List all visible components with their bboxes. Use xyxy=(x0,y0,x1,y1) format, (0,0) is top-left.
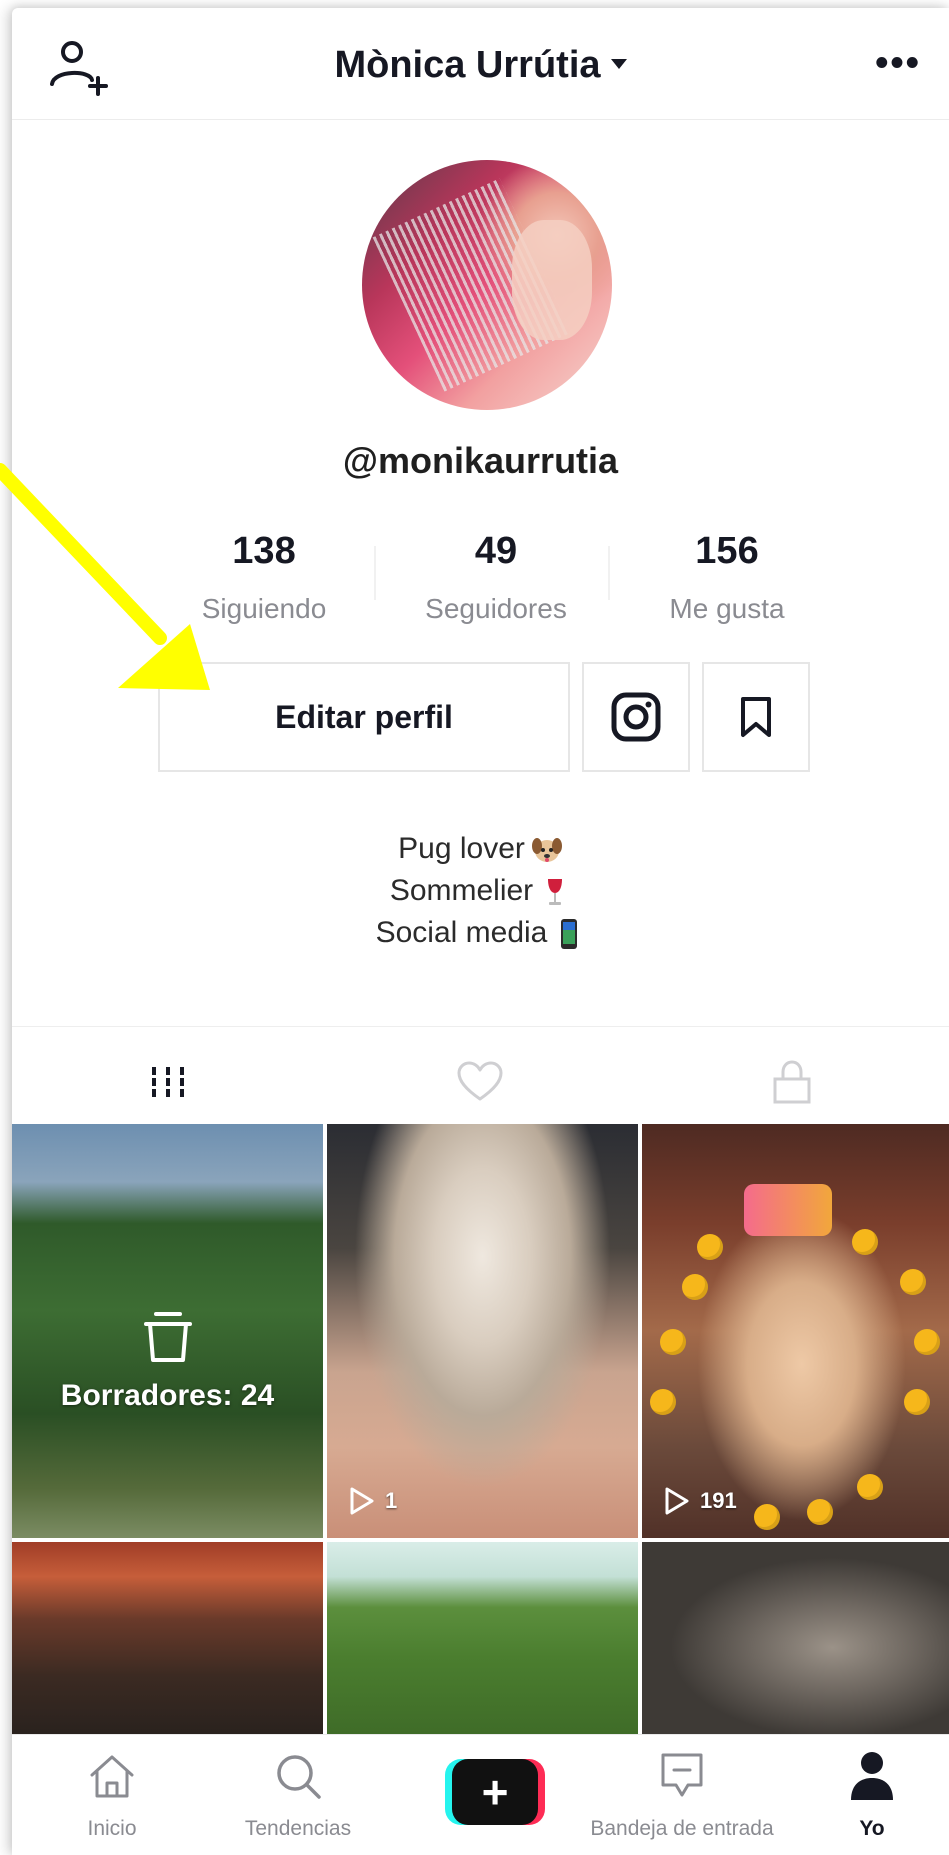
nav-profile-label: Yo xyxy=(859,1817,885,1840)
bio: Pug lover Sommelier Social media xyxy=(12,828,949,954)
nav-discover-label: Tendencias xyxy=(244,1817,352,1840)
camera-sticker-icon xyxy=(744,1184,832,1236)
emoji-sticker-icon xyxy=(807,1499,833,1525)
video-thumbnail[interactable] xyxy=(642,1542,949,1734)
stat-likes-count: 156 xyxy=(695,530,759,572)
emoji-sticker-icon xyxy=(682,1274,708,1300)
inbox-icon xyxy=(661,1753,703,1797)
nav-home[interactable]: Inicio xyxy=(62,1735,162,1855)
drafts-overlay: Borradores: 24 xyxy=(12,1310,323,1413)
play-count: 1 xyxy=(349,1486,397,1516)
tab-private[interactable] xyxy=(636,1027,948,1137)
video-thumbnail[interactable] xyxy=(327,1542,638,1734)
bottom-nav: Inicio Tendencias + Bandeja de entrada Y… xyxy=(12,1734,949,1855)
nav-home-label: Inicio xyxy=(87,1817,137,1840)
caret-down-icon xyxy=(610,58,627,69)
lock-icon xyxy=(773,1060,811,1104)
video-grid: Borradores: 24 1 191 xyxy=(12,1124,949,1734)
video-thumbnail[interactable]: 1 xyxy=(327,1124,638,1538)
stat-followers-count: 49 xyxy=(474,530,518,572)
nav-inbox-label: Bandeja de entrada xyxy=(590,1817,774,1840)
nav-discover[interactable]: Tendencias xyxy=(208,1735,388,1855)
bio-line-text: Pug lover xyxy=(398,832,525,865)
favorites-button[interactable] xyxy=(702,662,810,772)
stat-following[interactable]: 138 Siguiendo xyxy=(169,530,359,625)
drafts-tile[interactable]: Borradores: 24 xyxy=(12,1124,323,1538)
tab-videos[interactable] xyxy=(12,1027,324,1137)
mobile-phone-icon xyxy=(561,919,578,950)
emoji-sticker-icon xyxy=(697,1234,723,1260)
emoji-sticker-icon xyxy=(857,1474,883,1500)
stat-divider xyxy=(374,546,376,600)
app-screen: Mònica Urrútia ••• @monikaurrutia 138 Si… xyxy=(12,8,949,1855)
stat-divider xyxy=(608,546,610,600)
create-icon: + xyxy=(445,1759,545,1825)
wine-glass-icon xyxy=(548,879,563,906)
stat-likes-label: Me gusta xyxy=(669,593,785,624)
home-icon xyxy=(90,1755,134,1798)
profile-name: Mònica Urrútia xyxy=(334,44,601,86)
drafts-label: Borradores: 24 xyxy=(60,1379,275,1412)
stat-followers[interactable]: 49 Seguidores xyxy=(401,530,591,625)
emoji-sticker-icon xyxy=(650,1389,676,1415)
nav-profile[interactable]: Yo xyxy=(822,1735,922,1855)
instagram-button[interactable] xyxy=(582,662,690,772)
bio-line: Social media xyxy=(12,912,949,954)
bio-line: Pug lover xyxy=(12,828,949,870)
stat-followers-label: Seguidores xyxy=(425,593,567,624)
play-icon xyxy=(350,1487,374,1515)
profile-tabs xyxy=(12,1026,949,1136)
avatar[interactable] xyxy=(362,160,612,410)
profile-icon xyxy=(851,1752,893,1800)
emoji-sticker-icon xyxy=(900,1269,926,1295)
stat-likes[interactable]: 156 Me gusta xyxy=(632,530,822,625)
bio-line: Sommelier xyxy=(12,870,949,912)
avatar-photo-face xyxy=(512,220,592,340)
more-icon[interactable]: ••• xyxy=(875,44,921,82)
emoji-sticker-icon xyxy=(904,1389,930,1415)
grid-icon xyxy=(152,1067,184,1097)
emoji-sticker-icon xyxy=(754,1504,780,1530)
tab-liked[interactable] xyxy=(324,1027,636,1137)
bio-line-text: Sommelier xyxy=(389,874,534,907)
edit-profile-button[interactable]: Editar perfil xyxy=(158,662,570,772)
username: @monikaurrutia xyxy=(342,440,619,481)
nav-inbox[interactable]: Bandeja de entrada xyxy=(552,1735,812,1855)
emoji-sticker-icon xyxy=(660,1329,686,1355)
stat-following-label: Siguiendo xyxy=(201,593,327,624)
instagram-icon xyxy=(611,692,661,742)
play-count-value: 191 xyxy=(700,1488,737,1513)
video-thumbnail[interactable] xyxy=(12,1542,323,1734)
stat-following-count: 138 xyxy=(232,530,296,572)
profile-name-dropdown[interactable]: Mònica Urrútia xyxy=(12,44,949,87)
emoji-sticker-icon xyxy=(852,1229,878,1255)
emoji-sticker-icon xyxy=(914,1329,940,1355)
bookmark-icon xyxy=(741,697,771,737)
play-count: 191 xyxy=(664,1486,737,1516)
heart-icon xyxy=(457,1061,503,1101)
search-icon xyxy=(277,1755,321,1799)
video-thumbnail[interactable]: 191 xyxy=(642,1124,949,1538)
top-bar: Mònica Urrútia ••• xyxy=(12,8,949,120)
dog-face-icon xyxy=(531,838,562,863)
play-count-value: 1 xyxy=(385,1488,398,1513)
play-icon xyxy=(665,1487,689,1515)
bio-line-text: Social media xyxy=(375,916,548,949)
nav-create[interactable]: + xyxy=(440,1735,550,1855)
trash-icon xyxy=(143,1312,192,1362)
